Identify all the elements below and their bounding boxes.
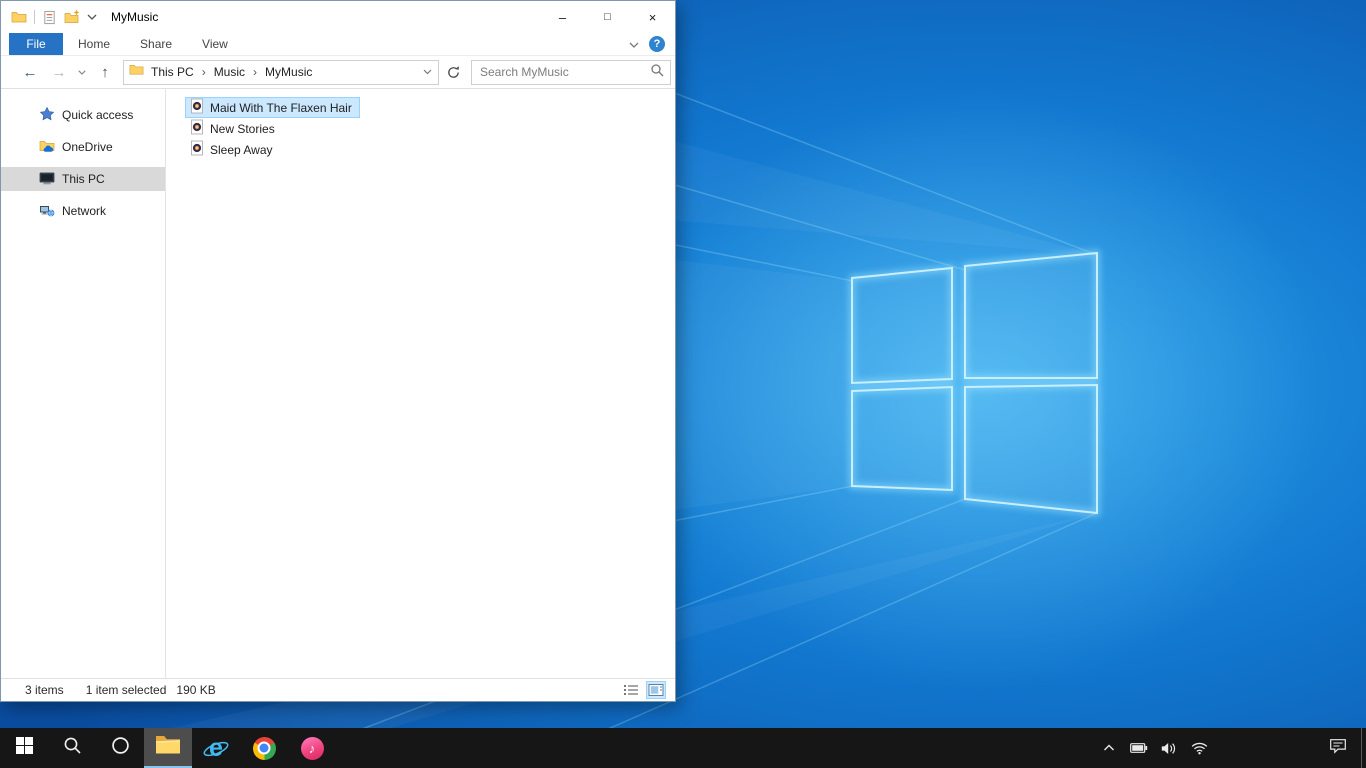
system-tray bbox=[1098, 728, 1210, 768]
maximize-button[interactable]: □ bbox=[585, 1, 630, 33]
address-dropdown-chevron-icon[interactable] bbox=[419, 69, 436, 75]
music-file-icon bbox=[189, 98, 205, 117]
window-folder-icon bbox=[11, 9, 27, 25]
breadcrumb-music[interactable]: Music bbox=[207, 65, 252, 79]
refresh-button[interactable] bbox=[441, 60, 465, 85]
show-desktop-button[interactable] bbox=[1361, 728, 1366, 768]
taskbar-chrome-button[interactable] bbox=[240, 728, 288, 768]
tab-home[interactable]: Home bbox=[63, 33, 125, 55]
itunes-icon: ♪ bbox=[300, 736, 324, 760]
ribbon-tab-bar: File Home Share View ? bbox=[1, 33, 675, 56]
address-bar[interactable]: This PC › Music › MyMusic bbox=[123, 59, 439, 85]
onedrive-icon bbox=[39, 138, 55, 157]
tab-share[interactable]: Share bbox=[125, 33, 187, 55]
quick-access-toolbar bbox=[1, 9, 97, 25]
action-center-button[interactable] bbox=[1318, 728, 1358, 768]
up-button[interactable]: ↑ bbox=[91, 64, 119, 81]
status-bar: 3 items 1 item selected 190 KB bbox=[1, 678, 675, 701]
back-button[interactable]: ← bbox=[15, 64, 45, 81]
file-explorer-icon bbox=[155, 734, 181, 760]
music-file-icon bbox=[189, 119, 205, 138]
desktop: MyMusic – □ × File Home Share View ? ← → bbox=[0, 0, 1366, 768]
sidebar-item-label: OneDrive bbox=[62, 140, 113, 154]
taskbar-itunes-button[interactable]: ♪ bbox=[288, 728, 336, 768]
sidebar-item-this-pc[interactable]: This PC bbox=[1, 167, 165, 191]
items-count: 3 items bbox=[25, 683, 64, 697]
wifi-network-icon[interactable] bbox=[1188, 737, 1210, 759]
large-icons-view-button[interactable] bbox=[646, 681, 666, 699]
tab-view[interactable]: View bbox=[187, 33, 243, 55]
windows-logo-icon bbox=[15, 737, 33, 759]
taskbar-file-explorer-button[interactable] bbox=[144, 728, 192, 768]
taskbar-internet-explorer-button[interactable]: e bbox=[192, 728, 240, 768]
internet-explorer-icon: e bbox=[202, 734, 230, 762]
sidebar-item-label: This PC bbox=[62, 172, 105, 186]
caption-buttons: – □ × bbox=[540, 1, 675, 33]
action-center-icon bbox=[1329, 738, 1347, 759]
volume-icon[interactable] bbox=[1158, 737, 1180, 759]
help-button[interactable]: ? bbox=[649, 36, 665, 52]
cortana-button[interactable] bbox=[96, 728, 144, 768]
new-folder-button[interactable] bbox=[64, 9, 80, 25]
start-button[interactable] bbox=[0, 728, 48, 768]
file-item-maid-with-the-flaxen-hair[interactable]: Maid With The Flaxen Hair bbox=[185, 97, 360, 118]
breadcrumb-mymusic[interactable]: MyMusic bbox=[258, 65, 319, 79]
sidebar-item-label: Network bbox=[62, 204, 107, 218]
sidebar-item-label: Quick access bbox=[62, 108, 134, 122]
window-body: Quick access OneDrive This PC Network Ma… bbox=[1, 89, 675, 678]
sidebar-item-onedrive[interactable]: OneDrive bbox=[1, 135, 165, 159]
minimize-button[interactable]: – bbox=[540, 1, 585, 33]
quick-access-star-icon bbox=[39, 106, 55, 125]
music-file-icon bbox=[189, 140, 205, 159]
network-icon bbox=[39, 202, 55, 221]
toolbar-separator bbox=[34, 10, 35, 24]
selection-size: 190 KB bbox=[176, 683, 216, 697]
cortana-circle-icon bbox=[111, 736, 130, 760]
sidebar-item-quick-access[interactable]: Quick access bbox=[1, 103, 165, 127]
file-item-new-stories[interactable]: New Stories bbox=[185, 118, 283, 139]
titlebar[interactable]: MyMusic – □ × bbox=[1, 1, 675, 33]
details-view-button[interactable] bbox=[621, 681, 641, 699]
hidden-icons-chevron-icon[interactable] bbox=[1098, 737, 1120, 759]
search-icon bbox=[63, 736, 82, 760]
taskbar: e ♪ bbox=[0, 728, 1366, 768]
navigation-pane: Quick access OneDrive This PC Network bbox=[1, 89, 166, 678]
this-pc-icon bbox=[39, 170, 55, 189]
file-item-sleep-away[interactable]: Sleep Away bbox=[185, 139, 281, 160]
address-toolbar: ← → ↑ This PC › Music › MyMusic bbox=[1, 56, 675, 89]
search-box[interactable] bbox=[471, 59, 671, 85]
search-input[interactable] bbox=[480, 65, 650, 79]
battery-icon[interactable] bbox=[1128, 737, 1150, 759]
expand-ribbon-chevron-icon[interactable] bbox=[629, 35, 639, 53]
sidebar-item-network[interactable]: Network bbox=[1, 199, 165, 223]
file-name: Sleep Away bbox=[210, 142, 273, 157]
breadcrumb-this-pc[interactable]: This PC bbox=[144, 65, 201, 79]
file-explorer-window: MyMusic – □ × File Home Share View ? ← → bbox=[0, 0, 676, 702]
taskbar-search-button[interactable] bbox=[48, 728, 96, 768]
chrome-icon bbox=[252, 736, 276, 760]
tab-file[interactable]: File bbox=[9, 33, 63, 55]
file-name: New Stories bbox=[210, 121, 275, 136]
customize-toolbar-chevron-icon[interactable] bbox=[87, 14, 97, 20]
selection-count: 1 item selected bbox=[85, 683, 167, 697]
forward-button[interactable]: → bbox=[45, 64, 73, 81]
search-icon[interactable] bbox=[650, 63, 664, 82]
file-list: Maid With The Flaxen Hair New Stories Sl… bbox=[166, 89, 675, 678]
file-name: Maid With The Flaxen Hair bbox=[210, 100, 352, 115]
address-folder-icon bbox=[129, 62, 144, 82]
properties-button[interactable] bbox=[42, 10, 57, 25]
close-button[interactable]: × bbox=[630, 1, 675, 33]
recent-locations-chevron-icon[interactable] bbox=[73, 69, 91, 75]
window-title: MyMusic bbox=[111, 10, 159, 24]
